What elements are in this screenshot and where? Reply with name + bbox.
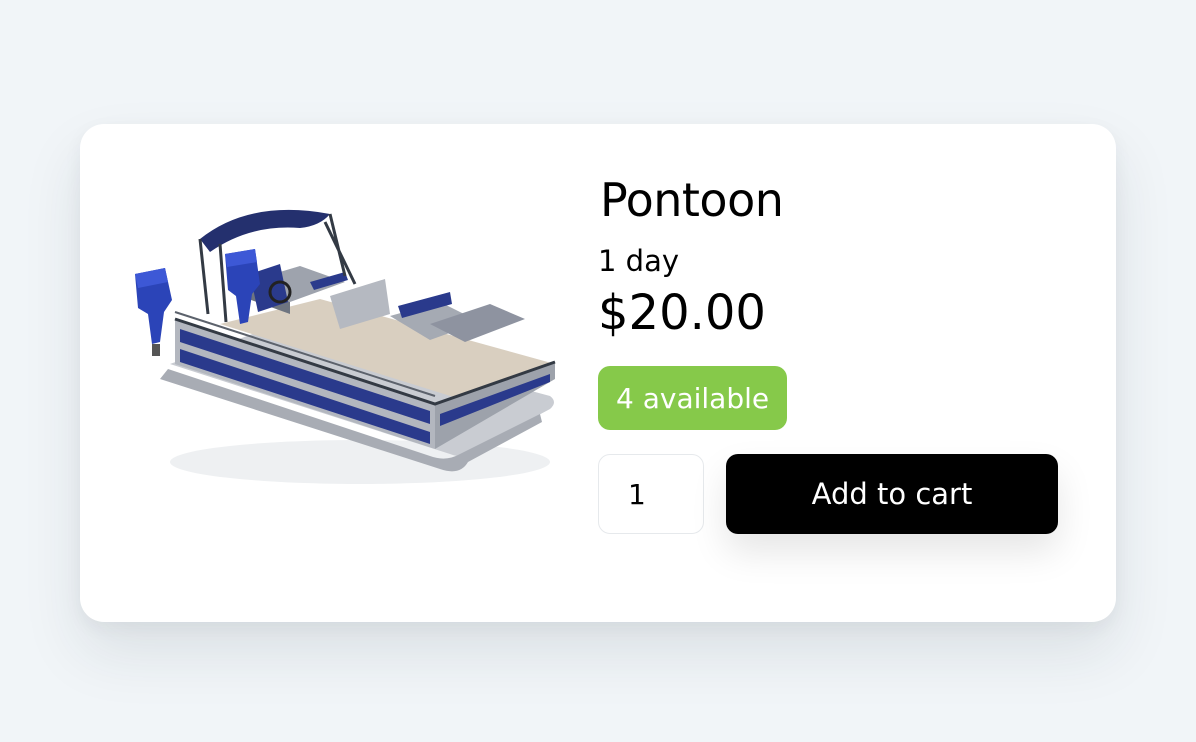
page: Pontoon 1 day $20.00 4 available 1 Add t… (0, 0, 1196, 742)
product-card: Pontoon 1 day $20.00 4 available 1 Add t… (80, 124, 1116, 622)
rental-duration: 1 day (598, 244, 680, 278)
product-info: Pontoon 1 day $20.00 4 available 1 Add t… (598, 124, 1068, 622)
product-price: $20.00 (598, 285, 766, 341)
product-title: Pontoon (600, 173, 784, 227)
quantity-input[interactable]: 1 (598, 454, 704, 534)
availability-badge: 4 available (598, 366, 788, 430)
add-to-cart-button[interactable]: Add to cart (726, 454, 1058, 534)
pontoon-boat-image (130, 204, 570, 504)
